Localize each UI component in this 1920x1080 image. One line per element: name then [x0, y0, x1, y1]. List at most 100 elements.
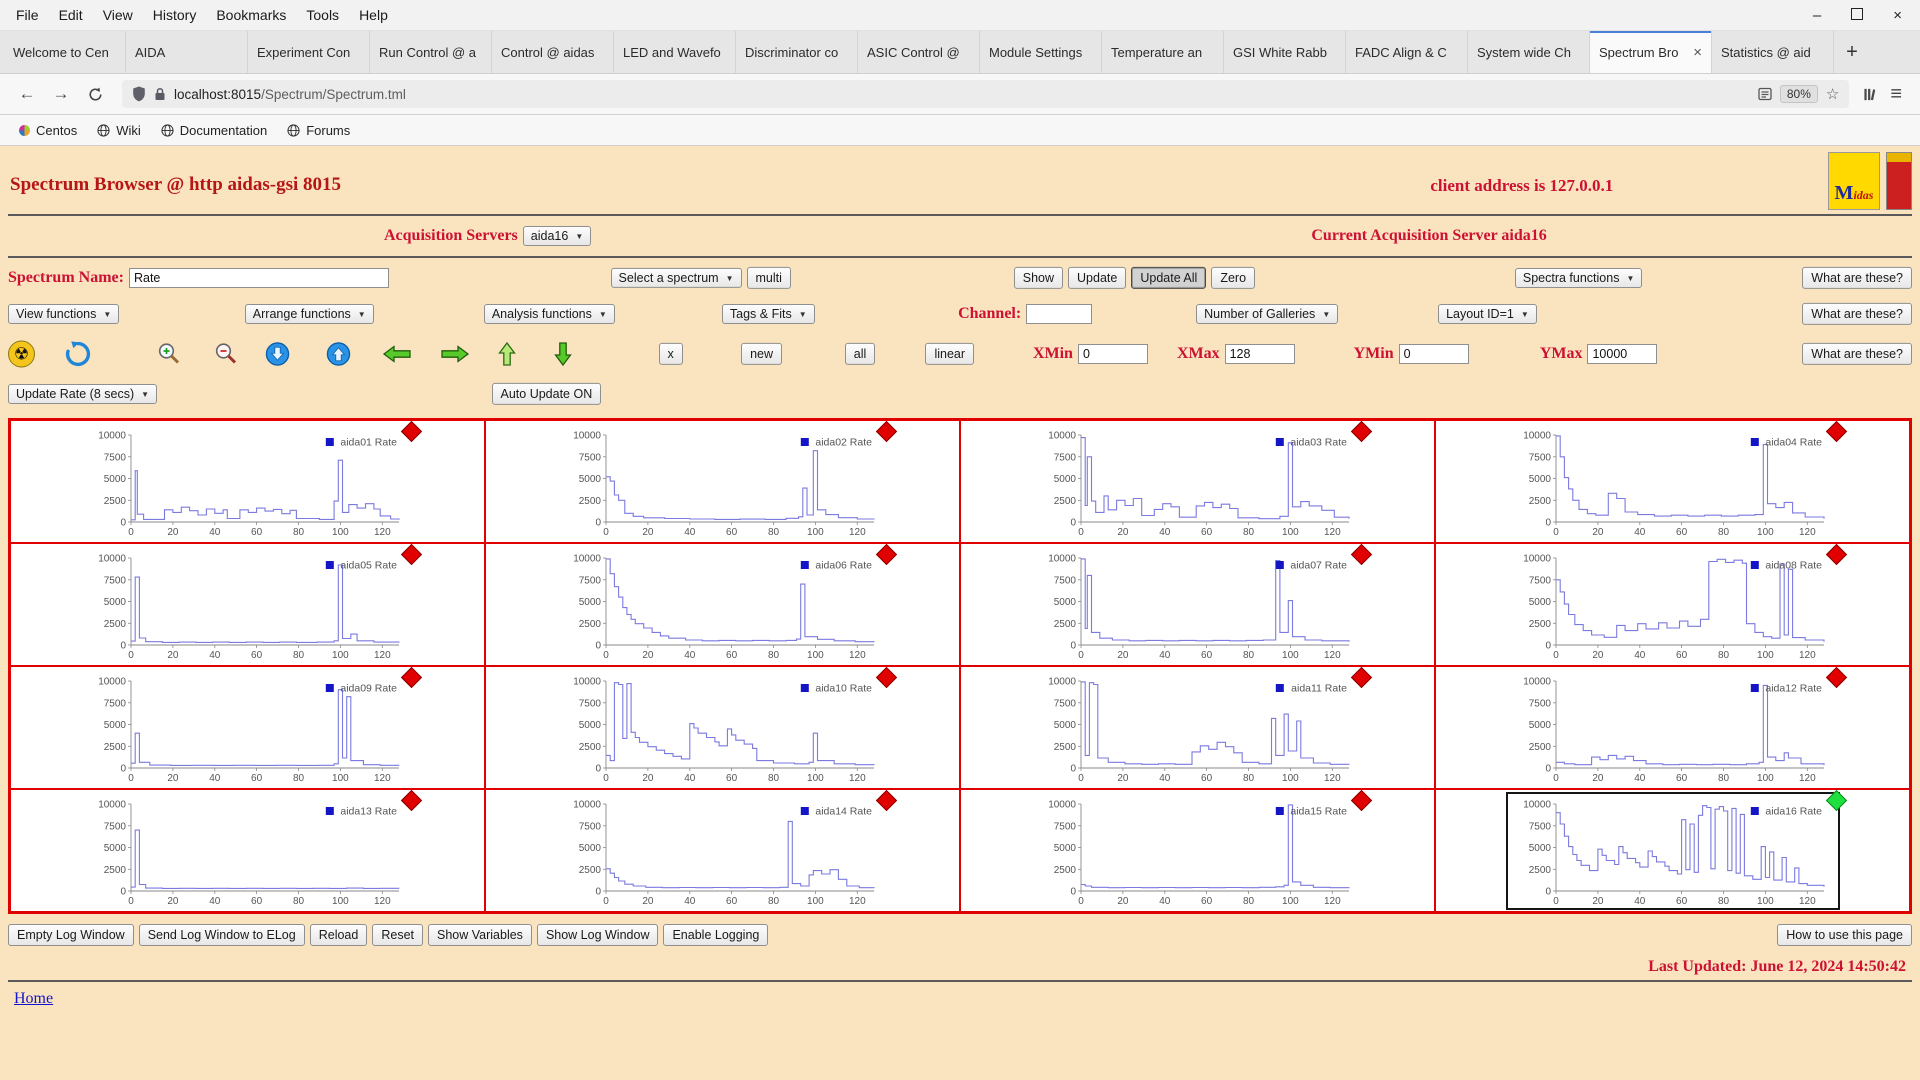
move-down-circle-icon[interactable]: [265, 342, 290, 367]
zero-button[interactable]: Zero: [1211, 266, 1256, 290]
log-button-reset[interactable]: Reset: [372, 924, 423, 947]
log-button-empty-log-window[interactable]: Empty Log Window: [8, 924, 134, 947]
how-to-use-button[interactable]: How to use this page: [1777, 924, 1912, 947]
new-tab-button[interactable]: +: [1834, 31, 1870, 73]
new-button[interactable]: new: [741, 342, 783, 366]
radiation-icon[interactable]: ☢: [8, 340, 35, 368]
menu-hamburger-icon[interactable]: ≡: [1886, 83, 1906, 106]
bookmark-wiki[interactable]: Wiki: [88, 121, 150, 140]
layout-id-dropdown[interactable]: Layout ID=1 ▼: [1438, 304, 1537, 324]
tab-spectrum-bro[interactable]: Spectrum Bro ×: [1590, 31, 1712, 73]
acquisition-server-select[interactable]: aida16 ▼: [522, 226, 592, 246]
bookmark-centos[interactable]: Centos: [10, 121, 86, 140]
spectra-functions-dropdown[interactable]: Spectra functions ▼: [1514, 268, 1643, 288]
tab-control-aidas[interactable]: Control @ aidas: [492, 31, 614, 73]
bookmark-documentation[interactable]: Documentation: [152, 121, 276, 140]
spectrum-chart-aida10-rate[interactable]: 0 2500 5000 7500 10000 0 20 40 60 80 100 120 aida10 …: [558, 666, 897, 785]
close-button[interactable]: ×: [1893, 8, 1902, 23]
menu-history[interactable]: History: [143, 0, 207, 30]
menu-help[interactable]: Help: [349, 0, 398, 30]
spectrum-chart-aida07-rate[interactable]: 0 2500 5000 7500 10000 0 20 40 60 80 100 120 aida07 …: [1033, 543, 1372, 662]
spectrum-name-input[interactable]: [128, 268, 389, 288]
spectrum-chart-aida14-rate[interactable]: 0 2500 5000 7500 10000 0 20 40 60 80 100 120 aida14 …: [558, 789, 897, 908]
lock-icon[interactable]: [154, 87, 166, 101]
spectrum-chart-aida03-rate[interactable]: 0 2500 5000 7500 10000 0 20 40 60 80 100 120 aida03 …: [1033, 420, 1372, 539]
tab-asic-control[interactable]: ASIC Control @: [858, 31, 980, 73]
back-button[interactable]: ←: [14, 84, 40, 104]
zoom-in-icon[interactable]: [156, 341, 182, 367]
log-button-reload[interactable]: Reload: [309, 924, 368, 947]
arrow-right-icon[interactable]: [440, 344, 470, 364]
move-up-circle-icon[interactable]: [326, 342, 351, 367]
spectrum-chart-aida05-rate[interactable]: 0 2500 5000 7500 10000 0 20 40 60 80 100 120 aida05 …: [83, 543, 422, 662]
spectrum-chart-aida16-rate[interactable]: 0 2500 5000 7500 10000 0 20 40 60 80 100 120 aida16 …: [1508, 789, 1847, 908]
home-link[interactable]: Home: [14, 990, 53, 1008]
xmax-input[interactable]: [1224, 344, 1295, 364]
arrow-up-icon[interactable]: [497, 341, 517, 367]
tags-fits-dropdown[interactable]: Tags & Fits ▼: [721, 304, 815, 324]
spectrum-chart-aida08-rate[interactable]: 0 2500 5000 7500 10000 0 20 40 60 80 100 120 aida08 …: [1508, 543, 1847, 662]
log-button-show-log-window[interactable]: Show Log Window: [536, 924, 659, 947]
bookmark-forums[interactable]: Forums: [278, 121, 359, 140]
tab-aida[interactable]: AIDA: [126, 31, 248, 73]
log-button-enable-logging[interactable]: Enable Logging: [663, 924, 769, 947]
analysis-functions-dropdown[interactable]: Analysis functions ▼: [483, 304, 615, 324]
menu-bookmarks[interactable]: Bookmarks: [206, 0, 296, 30]
spectrum-chart-aida01-rate[interactable]: 0 2500 5000 7500 10000 0 20 40 60 80 100 120 aida01 …: [83, 420, 422, 539]
forward-button[interactable]: →: [48, 84, 74, 104]
maximize-button[interactable]: [1851, 7, 1864, 23]
zoom-level-badge[interactable]: 80%: [1779, 85, 1818, 103]
refresh-swirl-icon[interactable]: [65, 341, 91, 367]
tab-statistics-aid[interactable]: Statistics @ aid: [1712, 31, 1834, 73]
spectrum-chart-aida06-rate[interactable]: 0 2500 5000 7500 10000 0 20 40 60 80 100 120 aida06 …: [558, 543, 897, 662]
menu-tools[interactable]: Tools: [296, 0, 349, 30]
ymin-input[interactable]: [1398, 344, 1469, 364]
url-text[interactable]: localhost:8015/Spectrum/Spectrum.tml: [174, 87, 1750, 102]
xmin-input[interactable]: [1077, 344, 1148, 364]
what-are-these-button-1[interactable]: What are these?: [1802, 266, 1912, 290]
spectrum-chart-aida15-rate[interactable]: 0 2500 5000 7500 10000 0 20 40 60 80 100 120 aida15 …: [1033, 789, 1372, 908]
log-button-show-variables[interactable]: Show Variables: [428, 924, 532, 947]
linear-button[interactable]: linear: [925, 342, 975, 366]
spectrum-chart-aida12-rate[interactable]: 0 2500 5000 7500 10000 0 20 40 60 80 100 120 aida12 …: [1508, 666, 1847, 785]
channel-input[interactable]: [1026, 304, 1093, 324]
tab-led-and-wavefo[interactable]: LED and Wavefo: [614, 31, 736, 73]
tab-welcome-to-cen[interactable]: Welcome to Cen: [4, 31, 126, 73]
reload-button[interactable]: [82, 87, 108, 102]
x-button[interactable]: x: [658, 342, 683, 366]
tab-close-icon[interactable]: ×: [1693, 44, 1702, 61]
multi-button[interactable]: multi: [746, 266, 791, 290]
menu-edit[interactable]: Edit: [49, 0, 93, 30]
library-icon[interactable]: [1863, 87, 1878, 102]
log-button-send-log-window-to-elog[interactable]: Send Log Window to ELog: [138, 924, 305, 947]
ymax-input[interactable]: [1587, 344, 1658, 364]
update-all-button[interactable]: Update All: [1131, 266, 1207, 290]
tab-temperature-an[interactable]: Temperature an: [1102, 31, 1224, 73]
update-button[interactable]: Update: [1068, 266, 1127, 290]
spectrum-chart-aida09-rate[interactable]: 0 2500 5000 7500 10000 0 20 40 60 80 100 120 aida09 …: [83, 666, 422, 785]
spectrum-chart-aida04-rate[interactable]: 0 2500 5000 7500 10000 0 20 40 60 80 100 120 aida04 …: [1508, 420, 1847, 539]
reader-mode-icon[interactable]: [1758, 87, 1772, 101]
view-functions-dropdown[interactable]: View functions ▼: [8, 304, 120, 324]
arrow-down-icon[interactable]: [553, 341, 573, 367]
select-spectrum-dropdown[interactable]: Select a spectrum ▼: [610, 268, 742, 288]
tab-module-settings[interactable]: Module Settings: [980, 31, 1102, 73]
spectrum-chart-aida13-rate[interactable]: 0 2500 5000 7500 10000 0 20 40 60 80 100 120 aida13 …: [83, 789, 422, 908]
menu-view[interactable]: View: [93, 0, 143, 30]
spectrum-chart-aida11-rate[interactable]: 0 2500 5000 7500 10000 0 20 40 60 80 100 120 aida11 …: [1033, 666, 1372, 785]
bookmark-star-icon[interactable]: ☆: [1826, 85, 1839, 103]
spectrum-chart-aida02-rate[interactable]: 0 2500 5000 7500 10000 0 20 40 60 80 100 120 aida02 …: [558, 420, 897, 539]
tab-run-control-a[interactable]: Run Control @ a: [370, 31, 492, 73]
minimize-button[interactable]: –: [1813, 8, 1821, 23]
show-button[interactable]: Show: [1013, 266, 1064, 290]
menu-file[interactable]: File: [6, 0, 49, 30]
arrange-functions-dropdown[interactable]: Arrange functions ▼: [244, 304, 374, 324]
tab-fadc-align-c[interactable]: FADC Align & C: [1346, 31, 1468, 73]
all-button[interactable]: all: [844, 342, 876, 366]
tab-experiment-con[interactable]: Experiment Con: [248, 31, 370, 73]
number-of-galleries-dropdown[interactable]: Number of Galleries ▼: [1196, 304, 1339, 324]
address-bar[interactable]: localhost:8015/Spectrum/Spectrum.tml 80%…: [122, 80, 1850, 108]
what-are-these-button-2[interactable]: What are these?: [1802, 302, 1912, 326]
auto-update-button[interactable]: Auto Update ON: [491, 382, 602, 406]
what-are-these-button-3[interactable]: What are these?: [1802, 342, 1912, 366]
